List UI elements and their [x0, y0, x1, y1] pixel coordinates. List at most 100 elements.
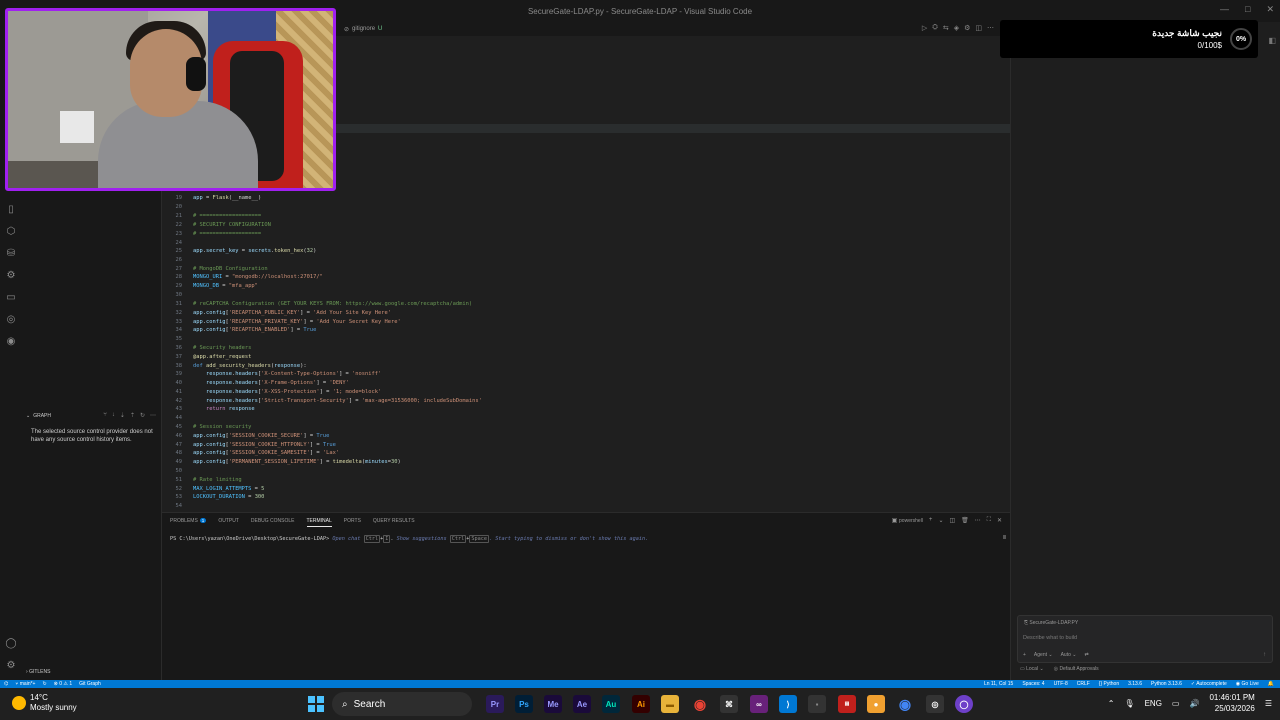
remote-icon[interactable]: ⌬ [4, 681, 8, 687]
debug-icon[interactable]: ⛭ [932, 24, 938, 32]
split-terminal-icon[interactable]: ◫ [949, 517, 955, 524]
minimize-icon[interactable]: — [1220, 4, 1229, 15]
account-icon[interactable]: ◯ [5, 638, 17, 650]
python-version[interactable]: 3.13.6 [1128, 681, 1142, 687]
local-select[interactable]: ▭ Local ⌄ [1020, 666, 1044, 672]
dont-show-link[interactable]: don't show [580, 536, 611, 542]
model-select[interactable]: Auto ⌄ [1061, 652, 1077, 658]
graph-section-header[interactable]: ⌄ GRAPH ⑂ ↓ ⇣ ⇡ ↻ ⋯ [22, 410, 162, 422]
code-line[interactable]: 53 LOCKOUT_DURATION = 300 [162, 493, 265, 502]
terminal-scrollbar[interactable] [1003, 535, 1006, 539]
tab-ports[interactable]: PORTS [344, 518, 361, 527]
media-encoder-icon[interactable]: Me [544, 695, 562, 713]
code-line[interactable]: 46 app.config['SESSION_COOKIE_SECURE'] = … [162, 432, 330, 441]
code-line[interactable]: 43 return response [162, 405, 255, 414]
fetch-icon[interactable]: ↓ [112, 412, 115, 419]
github-desktop-icon[interactable]: ◯ [955, 695, 973, 713]
compare-icon[interactable]: ⇆ [943, 24, 949, 32]
audition-icon[interactable]: Au [602, 695, 620, 713]
encoding[interactable]: UTF-8 [1054, 681, 1068, 687]
gitlens-icon[interactable]: ◉ [5, 336, 17, 348]
split-editor-icon[interactable]: ◫ [975, 24, 982, 32]
code-line[interactable]: 44 [162, 414, 193, 423]
code-line[interactable]: 21 # =================== [162, 212, 262, 221]
go-live-button[interactable]: ◉ Go Live [1236, 681, 1259, 687]
gear-icon[interactable]: ⚙ [964, 24, 970, 32]
app-icon[interactable]: ⌘ [720, 695, 738, 713]
code-line[interactable]: 20 [162, 203, 193, 212]
premiere-pro-icon[interactable]: Pr [486, 695, 504, 713]
code-line[interactable]: 35 [162, 335, 193, 344]
code-line[interactable]: 36 # Security headers [162, 344, 252, 353]
source-control-icon[interactable]: ⬡ [5, 226, 17, 238]
chevron-up-icon[interactable]: ⌃ [1108, 699, 1115, 708]
autocomplete-status[interactable]: ✓ Autocomplete [1191, 681, 1227, 687]
code-line[interactable]: 39 response.headers['X-Content-Type-Opti… [162, 370, 382, 379]
code-line[interactable]: 28 MONGO_URI = "mongodb://localhost:27017… [162, 273, 323, 282]
cursor-position[interactable]: Ln 11, Col 15 [984, 681, 1013, 687]
clock[interactable]: 01:46:01 PM 25/03/2026 [1209, 692, 1254, 714]
display-icon[interactable]: ▭ [1172, 699, 1180, 708]
app-4-icon[interactable]: ● [867, 695, 885, 713]
chrome-2-icon[interactable]: ◉ [896, 695, 914, 713]
tab-problems[interactable]: PROBLEMS 1 [170, 518, 207, 527]
more-icon[interactable]: ⋯ [975, 517, 981, 524]
terminal-shell-label[interactable]: ▣ powershell [892, 517, 923, 524]
code-line[interactable]: 31 # reCAPTCHA Configuration (GET YOUR KE… [162, 300, 473, 309]
more-actions-icon[interactable]: ⋯ [987, 24, 994, 32]
branch-indicator[interactable]: ⑂ main*+ [15, 681, 35, 687]
app-3-icon[interactable]: ▤ [838, 695, 856, 713]
terminal-line[interactable]: PS C:\Users\yazan\OneDrive\Desktop\Secur… [170, 535, 648, 543]
chat-input[interactable]: Describe what to build [1023, 635, 1077, 641]
maximize-icon[interactable]: □ [1245, 4, 1250, 15]
side-panel-icon[interactable]: ◧ [1268, 36, 1276, 45]
tab-debug-console[interactable]: DEBUG CONSOLE [251, 518, 295, 527]
push-icon[interactable]: ⇡ [130, 412, 135, 419]
language-mode[interactable]: {} Python [1099, 681, 1119, 687]
tab-gitignore[interactable]: ⊘ gitignore U [338, 22, 388, 36]
gitlens-section-header[interactable]: › GITLENS [22, 666, 162, 678]
file-explorer-icon[interactable]: ▬ [661, 695, 679, 713]
more-icon[interactable]: ⋯ [150, 412, 156, 419]
code-line[interactable]: 23 # =================== [162, 230, 262, 239]
line-endings[interactable]: CRLF [1077, 681, 1090, 687]
chrome-icon[interactable]: ◉ [691, 695, 709, 713]
after-effects-icon[interactable]: Ae [573, 695, 591, 713]
code-line[interactable]: 54 [162, 502, 193, 511]
folder-icon[interactable]: ▭ [5, 292, 17, 304]
show-suggestions-link[interactable]: Show suggestions [397, 536, 447, 542]
trash-icon[interactable]: 🗑 [961, 517, 969, 524]
approvals-select[interactable]: ◎ Default Approvals [1054, 666, 1099, 672]
code-line[interactable]: 26 [162, 256, 193, 265]
microphone-icon[interactable]: 🎙 [1124, 699, 1134, 708]
code-line[interactable]: 41 response.headers['X-XSS-Protection'] … [162, 388, 382, 397]
code-line[interactable]: 19 app = Flask(__name__) [162, 194, 262, 203]
code-line[interactable]: 50 [162, 467, 193, 476]
sync-icon[interactable]: ↻ [42, 681, 46, 687]
app-5-icon[interactable]: ◎ [926, 695, 944, 713]
send-icon[interactable]: ↑ [1263, 652, 1266, 658]
github-icon[interactable]: ◎ [5, 314, 17, 326]
language-indicator[interactable]: ENG [1145, 699, 1162, 708]
app-2-icon[interactable]: ▪ [808, 695, 826, 713]
code-line[interactable]: 30 [162, 291, 193, 300]
maximize-panel-icon[interactable]: ⛶ [987, 517, 991, 524]
branch-icon[interactable]: ⑂ [103, 412, 107, 419]
problems-indicator[interactable]: ⊗ 0 ⚠ 1 [54, 681, 72, 687]
code-line[interactable]: 22 # SECURITY CONFIGURATION [162, 221, 271, 230]
pull-icon[interactable]: ⇣ [120, 412, 125, 419]
notifications-icon[interactable]: 🔔 [1268, 681, 1274, 687]
agent-mode-select[interactable]: Agent ⌄ [1034, 652, 1053, 658]
visual-studio-icon[interactable]: ∞ [750, 695, 768, 713]
open-chat-link[interactable]: Open chat [332, 536, 360, 542]
settings-gear-icon[interactable]: ⚙ [5, 660, 17, 672]
code-line[interactable]: 48 app.config['SESSION_COOKIE_SAMESITE'] … [162, 449, 340, 458]
volume-icon[interactable]: 🔊 [1189, 699, 1199, 708]
code-line[interactable]: 25 app.secret_key = secrets.token_hex(32) [162, 247, 317, 256]
code-line[interactable]: 40 response.headers['X-Frame-Options'] =… [162, 379, 349, 388]
chevron-down-icon[interactable]: ⌄ [938, 517, 943, 524]
new-terminal-icon[interactable]: + [929, 517, 933, 524]
run-icon[interactable]: ▷ [922, 24, 927, 32]
code-line[interactable]: 37 @app.after_request [162, 353, 252, 362]
taskbar-search[interactable]: ⌕ Search [332, 692, 472, 716]
